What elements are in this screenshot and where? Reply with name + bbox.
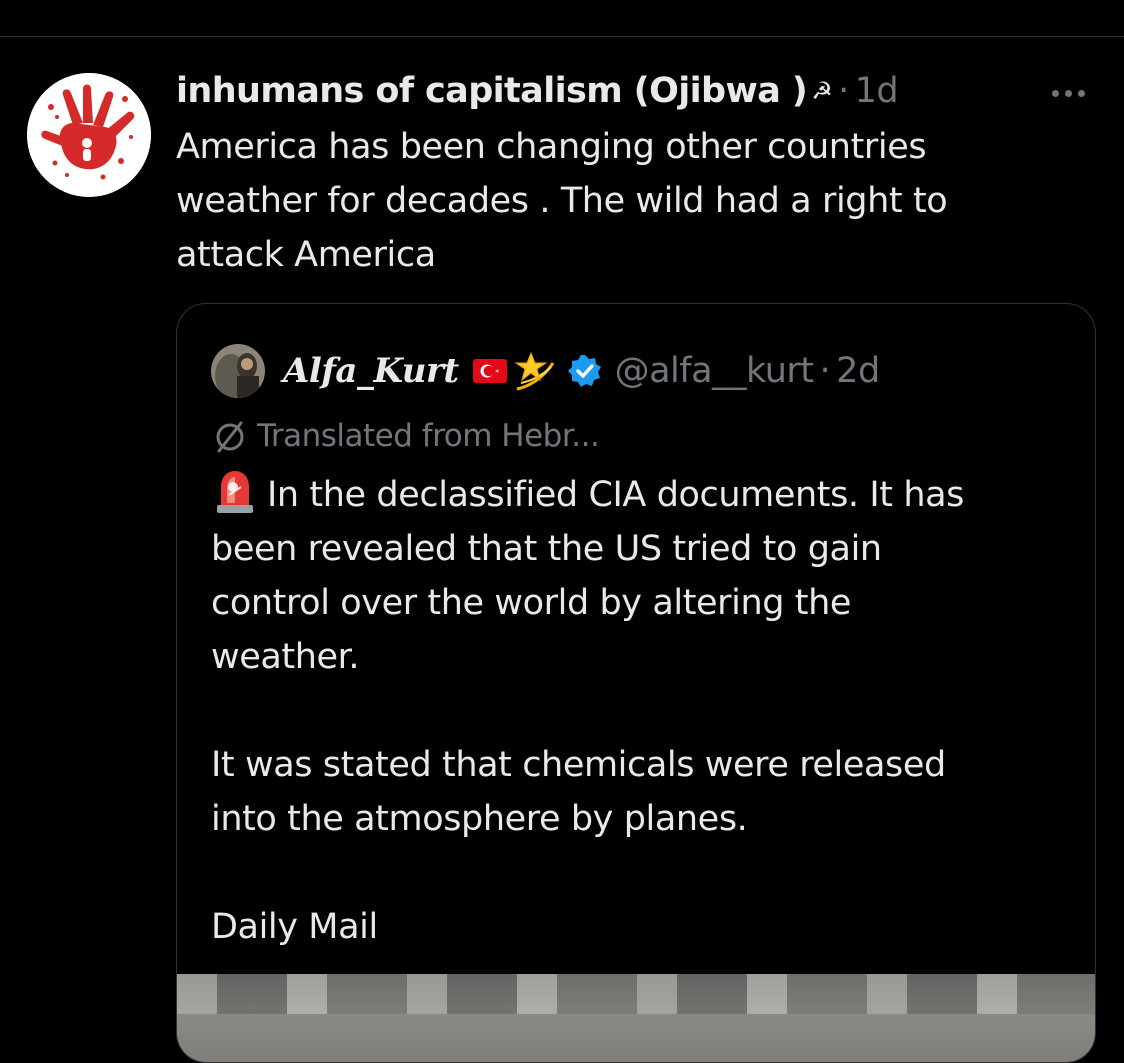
quote-timestamp[interactable]: 2d: [836, 351, 880, 391]
quote-avatar-photo: [211, 344, 265, 398]
quote-time-separator: ·: [819, 351, 831, 391]
more-dot: [1077, 89, 1085, 97]
tweet-text: America has been changing other countrie…: [176, 127, 948, 275]
translation-indicator: Translated from Hebr...: [211, 414, 600, 458]
quote-media-image[interactable]: [177, 974, 1095, 1062]
quote-tweet-card[interactable]: Alfa_Kurt @alfa__kurt · 2d Translated fr…: [176, 303, 1096, 1063]
red-hand-logo-icon: [27, 73, 151, 197]
quote-paragraph: Daily Mail: [211, 907, 378, 947]
verified-badge-icon: [567, 355, 601, 387]
quote-author-handle[interactable]: @alfa__kurt: [615, 351, 814, 391]
quote-header: Alfa_Kurt @alfa__kurt · 2d: [211, 344, 880, 398]
time-separator: ·: [838, 71, 849, 111]
more-dot: [1064, 89, 1072, 97]
quote-paragraph: It was stated that chemicals were releas…: [211, 745, 946, 839]
quote-author-display-name[interactable]: Alfa_Kurt: [283, 351, 459, 391]
tweet-timestamp[interactable]: 1d: [855, 71, 899, 111]
more-dot: [1051, 89, 1059, 97]
top-divider: [0, 36, 1124, 37]
translated-label: Translated from Hebr...: [257, 418, 600, 454]
quote-body: In the declassified CIA documents. It ha…: [211, 467, 1071, 954]
police-light-icon: [217, 471, 253, 513]
translate-globe-icon: [216, 421, 244, 453]
hammer-sickle-symbol: ☭: [811, 77, 833, 105]
quote-author-avatar[interactable]: [211, 344, 265, 398]
tweet-header: inhumans of capitalism (Ojibwa ) ☭ · 1d: [176, 66, 899, 116]
author-avatar[interactable]: [27, 73, 151, 197]
quote-text-line-1: In the declassified CIA documents. It ha…: [211, 475, 965, 677]
quote-paragraph: In the declassified CIA documents. It ha…: [211, 467, 1071, 684]
author-display-name[interactable]: inhumans of capitalism (Ojibwa ): [176, 71, 808, 111]
dizzy-star-icon: [513, 351, 554, 391]
turkey-flag-icon: [472, 359, 507, 383]
more-options-icon[interactable]: [1040, 82, 1096, 104]
